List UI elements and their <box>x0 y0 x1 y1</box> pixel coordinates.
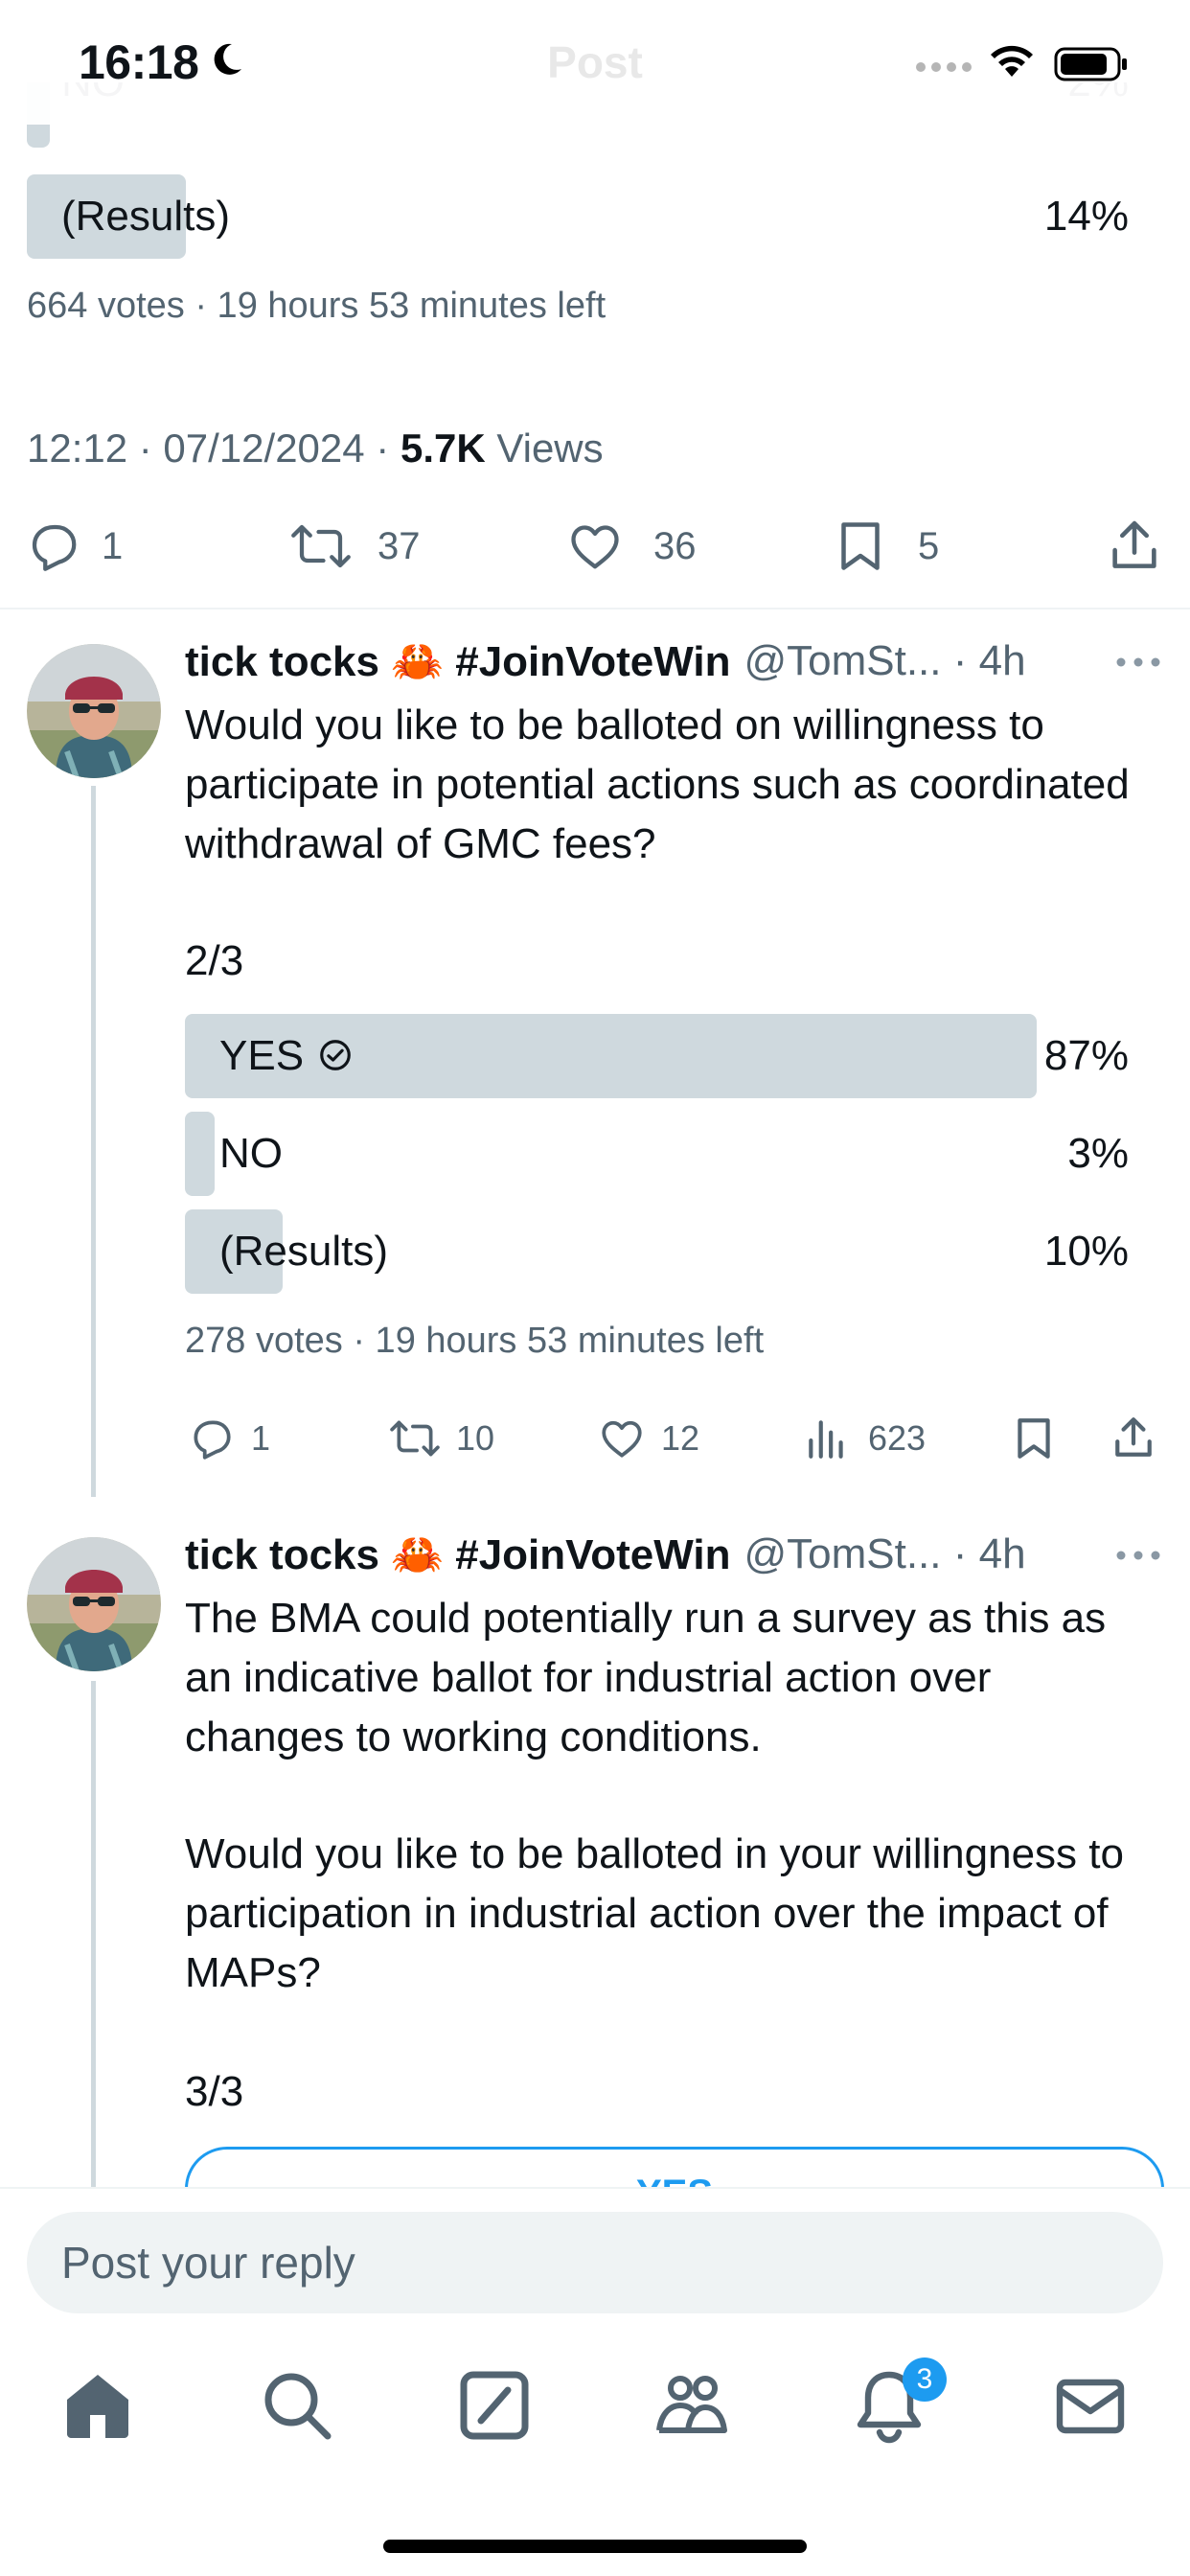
reply-icon <box>32 524 77 571</box>
poll-option-label: NO <box>219 1130 283 1177</box>
wifi-icon <box>991 45 1033 77</box>
check-circle-icon <box>320 1040 351 1071</box>
poll-meta: 664 votes · 19 hours 53 minutes left <box>27 286 606 326</box>
avatar-image <box>27 644 161 778</box>
like-count: 12 <box>661 1418 700 1458</box>
poll-option-results: (Results) 10% <box>185 1209 1129 1294</box>
thread-counter: 3/3 <box>185 2068 244 2115</box>
reply-placeholder: Post your reply <box>61 2238 355 2288</box>
reply-count: 1 <box>251 1418 271 1458</box>
heart-icon <box>602 1420 642 1458</box>
messages-icon[interactable] <box>1052 2367 1129 2444</box>
post-text-paragraph-2: Would you like to be balloted in your wi… <box>185 1830 1124 1996</box>
post-text: The BMA could potentially run a survey a… <box>185 1595 1107 1760</box>
repost-button[interactable]: 10 <box>389 1414 494 1462</box>
communities-icon[interactable] <box>653 2367 730 2444</box>
display-name[interactable]: tick tocks 🦀 #JoinVoteWin <box>185 1530 730 1579</box>
search-icon[interactable] <box>259 2367 335 2444</box>
views-button[interactable]: 623 <box>805 1414 926 1462</box>
bookmark-button[interactable]: 5 <box>834 518 939 575</box>
share-button[interactable] <box>1111 1413 1156 1462</box>
post-header: tick tocks 🦀 #JoinVoteWin @TomSt... · 4h <box>185 632 1026 690</box>
battery-icon <box>1054 47 1127 81</box>
reply-button[interactable]: 1 <box>188 1414 270 1462</box>
views-count[interactable]: 5.7K <box>400 426 486 471</box>
post-timestamp: 12:12 · 07/12/2024 · 5.7K Views <box>27 426 604 472</box>
repost-count: 37 <box>378 524 421 567</box>
poll-option-results: (Results) 14% <box>27 174 1129 259</box>
bookmark-icon <box>1018 1418 1050 1459</box>
reply-icon <box>194 1420 231 1460</box>
reply-input[interactable]: Post your reply <box>27 2212 1163 2313</box>
repost-icon <box>390 1420 440 1457</box>
poll-option-label: (Results) <box>219 1228 389 1275</box>
poll-option-pct: 87% <box>1043 1032 1129 1079</box>
timestamp-text: 12:12 · 07/12/2024 · <box>27 426 400 471</box>
reply-button[interactable]: 1 <box>25 518 123 575</box>
poll-meta: 278 votes · 19 hours 53 minutes left <box>185 1321 765 1361</box>
notification-badge: 3 <box>903 2358 947 2402</box>
repost-button[interactable]: 37 <box>289 518 421 575</box>
poll-option-pct: 10% <box>1043 1228 1129 1275</box>
more-options-icon[interactable] <box>1115 1549 1161 1562</box>
home-indicator <box>383 2540 807 2553</box>
status-bar: 16:18 Post <box>0 0 1190 125</box>
poll-option-yes: YES 87% <box>185 1014 1129 1098</box>
like-button[interactable]: 12 <box>598 1414 699 1462</box>
poll-option-pct: 3% <box>1067 1130 1129 1177</box>
more-options-icon[interactable] <box>1115 656 1161 669</box>
heart-icon <box>571 525 619 569</box>
poll-option-no: NO 3% <box>185 1112 1129 1196</box>
analytics-icon <box>809 1420 843 1459</box>
thread-counter: 2/3 <box>185 937 244 984</box>
repost-icon <box>291 524 351 568</box>
repost-count: 10 <box>456 1418 495 1458</box>
reply-composer-bar: Post your reply <box>0 2187 1190 2317</box>
avatar[interactable] <box>27 1537 161 1671</box>
share-icon <box>1115 1417 1152 1457</box>
cellular-signal-icon <box>916 62 972 72</box>
reply-count: 1 <box>102 524 124 567</box>
share-icon <box>1112 520 1156 568</box>
poll-bar <box>185 1112 215 1196</box>
bookmark-icon <box>841 522 880 570</box>
grok-icon[interactable] <box>456 2367 533 2444</box>
share-button[interactable] <box>1108 516 1161 575</box>
like-count: 36 <box>653 524 697 567</box>
bookmark-button[interactable] <box>1012 1414 1056 1462</box>
avatar[interactable] <box>27 644 161 778</box>
bottom-tab-bar: 3 <box>0 2317 1190 2576</box>
thread-line <box>91 786 96 1497</box>
avatar-image <box>27 1537 161 1671</box>
poll-option-text: YES <box>219 1032 305 1079</box>
bookmark-count: 5 <box>918 524 940 567</box>
views-count: 623 <box>868 1418 927 1458</box>
thread-line <box>91 1681 96 2187</box>
divider <box>0 608 1190 610</box>
poll-option-label: (Results) <box>61 193 231 240</box>
poll-option-label: YES <box>219 1014 354 1098</box>
poll-option-pct: 14% <box>1043 193 1129 240</box>
post-text: Would you like to be balloted on willing… <box>185 702 1130 867</box>
handle-and-time[interactable]: @TomSt... · 4h <box>744 637 1025 685</box>
display-name[interactable]: tick tocks 🦀 #JoinVoteWin <box>185 636 730 686</box>
handle-and-time[interactable]: @TomSt... · 4h <box>744 1530 1025 1578</box>
like-button[interactable]: 36 <box>565 518 697 575</box>
home-icon[interactable] <box>59 2367 136 2444</box>
post-header: tick tocks 🦀 #JoinVoteWin @TomSt... · 4h <box>185 1526 1026 1583</box>
views-label: Views <box>485 426 604 471</box>
